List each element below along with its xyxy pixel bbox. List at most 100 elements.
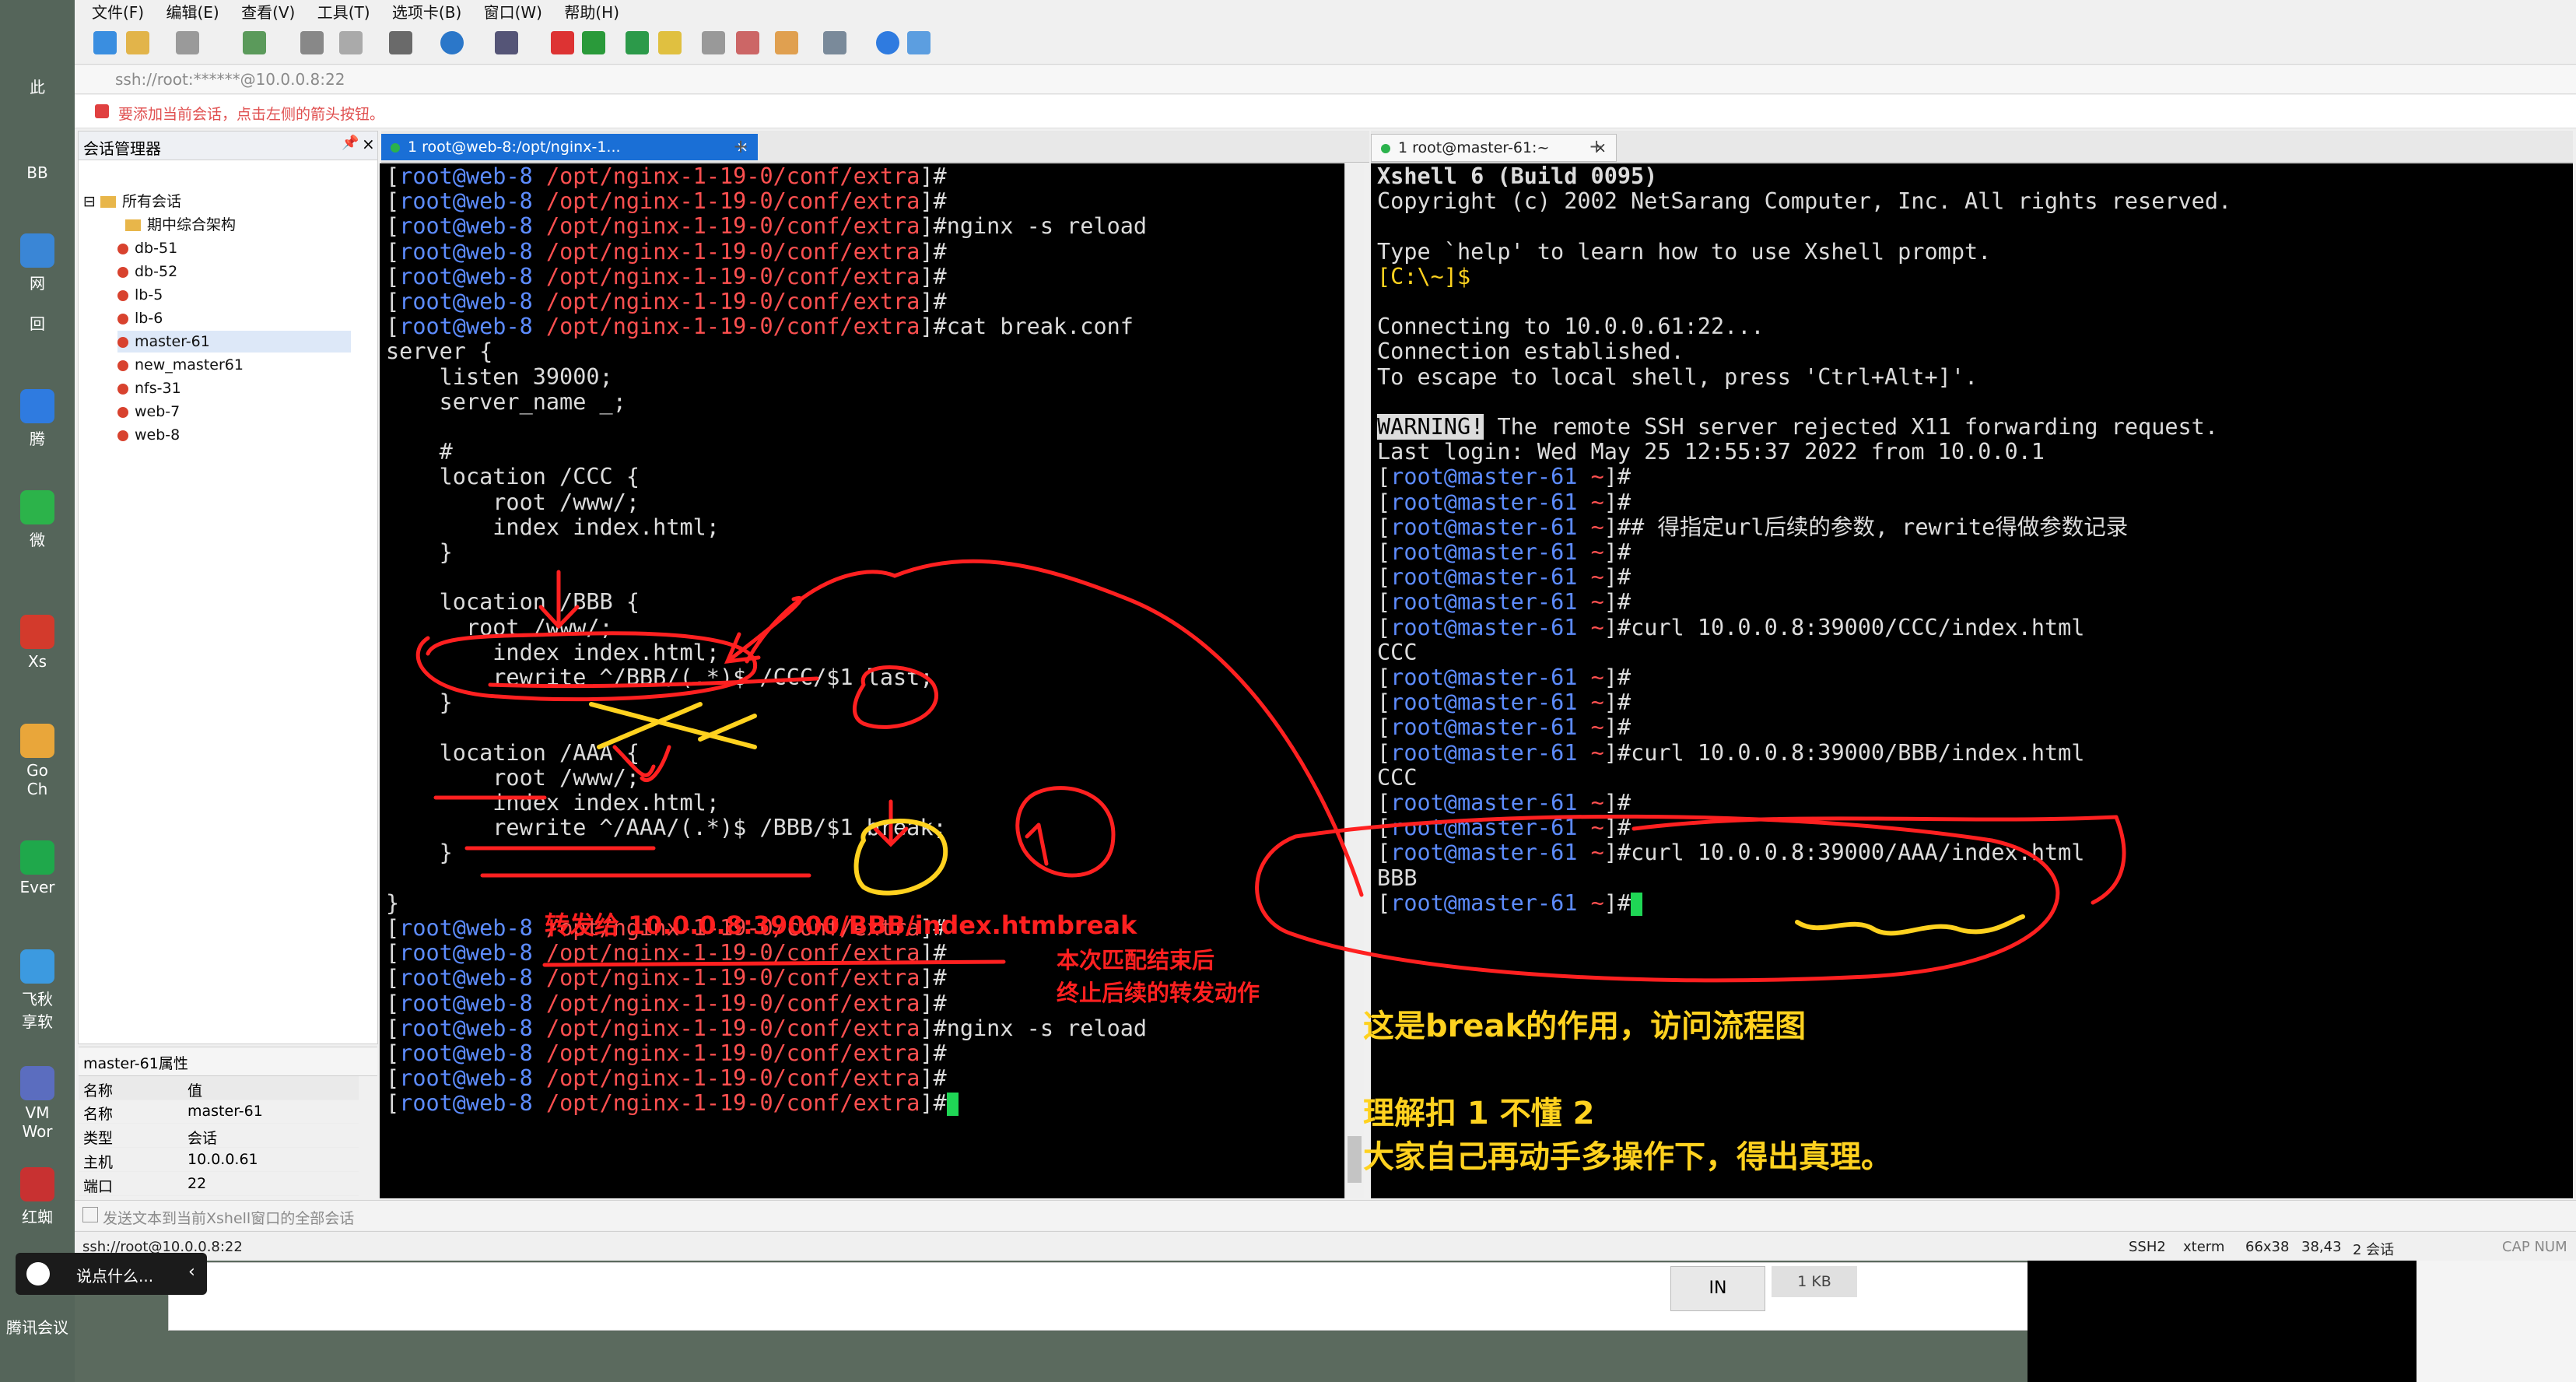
session-manager: 会话管理器 📌 × ⊟ 所有会话 期中综合架构 db-51 db-52 lb-5 lb… (78, 131, 378, 1196)
address-bar[interactable]: ssh://root:******@10.0.0.8:22 (75, 65, 2576, 94)
session-item[interactable]: master-61 (117, 331, 351, 353)
session-item[interactable]: db-52 (117, 261, 351, 282)
hint-text: 要添加当前会话，点击左侧的箭头按钮。 (118, 106, 385, 123)
session-item[interactable]: lb-6 (117, 307, 351, 329)
properties-colheader: 名称 值 (79, 1076, 359, 1100)
desktop-icon[interactable]: 腾讯会议 (5, 1315, 70, 1338)
folder-icon (125, 219, 141, 231)
terminal-output-line: root /www/; (386, 489, 640, 515)
chat-box[interactable]: 说点什么... ‹ (16, 1253, 207, 1295)
search-icon[interactable] (300, 31, 324, 54)
session-label: db-52 (135, 263, 178, 280)
terminal-cursor (1631, 892, 1643, 916)
terminal-prompt-line: [root@master-61 ~]## 得指定url后续的参数, rewrit… (1377, 514, 2129, 540)
reconnect-icon[interactable] (176, 31, 199, 54)
send-bar[interactable]: 发送文本到当前Xshell窗口的全部会话 (75, 1200, 2576, 1230)
scroll-thumb[interactable] (1348, 1136, 1362, 1183)
desktop-icon[interactable]: VM Wor (5, 1066, 70, 1141)
xftp-icon[interactable] (551, 31, 574, 54)
session-item[interactable]: web-7 (117, 401, 351, 423)
terminal-output-line: location /BBB { (386, 589, 640, 616)
session-item[interactable]: nfs-31 (117, 377, 351, 399)
terminal-prompt-line: [root@master-61 ~]# (1377, 689, 1631, 716)
desktop-icon[interactable]: BB (5, 163, 70, 182)
session-item[interactable]: web-8 (117, 424, 351, 446)
new-session-icon[interactable] (93, 31, 117, 54)
chat-placeholder[interactable]: 说点什么... (76, 1264, 153, 1286)
desktop-icon[interactable]: 飞秋 享软 (5, 949, 70, 1032)
help-icon[interactable] (876, 31, 899, 54)
tab-master61[interactable]: 1 root@master-61:~ × (1371, 134, 1617, 162)
desktop-icon[interactable]: 此 (5, 75, 70, 97)
in-button[interactable]: IN (1670, 1266, 1765, 1311)
bookmark-icon[interactable] (95, 104, 109, 118)
terminal-prompt-line: [root@master-61 ~]# (1377, 665, 1631, 690)
right-terminal[interactable]: Xshell 6 (Build 0095) Copyright (c) 2002 … (1371, 163, 2573, 1198)
open-folder-icon[interactable] (126, 31, 149, 54)
menu-tabs[interactable]: 选项卡(B) (392, 3, 461, 22)
fullscreen-icon[interactable] (626, 31, 649, 54)
copy-icon[interactable] (339, 31, 363, 54)
add-tab-icon[interactable]: + (733, 135, 748, 157)
tree-root[interactable]: ⊟ 所有会话 (83, 191, 181, 212)
address-text[interactable]: ssh://root:******@10.0.0.8:22 (115, 70, 345, 89)
script-icon[interactable] (775, 31, 798, 54)
left-scrollbar[interactable] (1344, 163, 1364, 1198)
layout-icon[interactable] (823, 31, 846, 54)
session-item[interactable]: new_master61 (117, 354, 351, 376)
menu-view[interactable]: 查看(V) (241, 3, 295, 22)
session-label: lb-6 (135, 310, 163, 327)
pin-icon[interactable]: 📌 (342, 135, 359, 151)
close-icon[interactable]: × (362, 135, 375, 153)
session-icon (117, 406, 128, 418)
status-proto: SSH2 (2129, 1239, 2166, 1255)
disconnect-icon[interactable] (243, 31, 266, 54)
terminal-prompt-line: [root@web-8 /opt/nginx-1-19-0/conf/extra… (386, 990, 947, 1016)
desktop-icon[interactable]: 网 (5, 233, 70, 293)
desktop-icon[interactable]: Go Ch (5, 724, 70, 798)
terminal-local-prompt: [C:\~]$ (1377, 263, 1471, 289)
menu-file[interactable]: 文件(F) (92, 3, 144, 22)
highlight-icon[interactable] (736, 31, 759, 54)
session-label: web-7 (135, 403, 180, 420)
menu-window[interactable]: 窗口(W) (484, 3, 542, 22)
tree-folder[interactable]: 期中综合架构 (125, 214, 236, 236)
terminal-output-line: To escape to local shell, press 'Ctrl+Al… (1377, 363, 1978, 390)
tab-web8[interactable]: 1 root@web-8:/opt/nginx-1... × (381, 134, 758, 160)
desktop-icon[interactable]: 微 (5, 490, 70, 550)
chat-icon[interactable] (907, 31, 931, 54)
session-item[interactable]: db-51 (117, 237, 351, 259)
status-term: xterm (2183, 1239, 2225, 1255)
terminal-prompt-line: [root@master-61 ~]#curl 10.0.0.8:39000/A… (1377, 840, 2085, 866)
menu-help[interactable]: 帮助(H) (564, 3, 619, 22)
terminal-prompt-line: [root@web-8 /opt/nginx-1-19-0/conf/extra… (386, 1090, 959, 1117)
terminal-output-line: # (386, 439, 453, 465)
terminal-prompt-line: [root@master-61 ~]# (1377, 539, 1631, 565)
globe-icon[interactable] (440, 31, 464, 54)
terminal-output-line: index index.html; (386, 639, 720, 665)
keyboard-icon[interactable] (702, 31, 725, 54)
transfer-icon[interactable] (582, 31, 605, 54)
terminal-output-line: Connecting to 10.0.0.61:22... (1377, 314, 1765, 340)
left-terminal[interactable]: [root@web-8 /opt/nginx-1-19-0/conf/extra… (380, 163, 1344, 1198)
add-tab-icon[interactable]: + (1589, 135, 1604, 157)
status-caps: CAP NUM (2502, 1239, 2567, 1255)
terminal-prompt-line: [root@master-61 ~]# (1377, 489, 1631, 515)
desktop-icon[interactable]: 腾 (5, 389, 70, 449)
menu-edit[interactable]: 编辑(E) (166, 3, 219, 22)
text-icon[interactable] (495, 31, 518, 54)
desktop-icon[interactable]: Xs (5, 615, 70, 671)
collapse-icon[interactable]: ‹ (188, 1262, 195, 1282)
session-item[interactable]: lb-5 (117, 284, 351, 306)
desktop-icon[interactable]: 回 (5, 311, 70, 334)
send-bar-text[interactable]: 发送文本到当前Xshell窗口的全部会话 (103, 1207, 354, 1228)
hint-bar: 要添加当前会话，点击左侧的箭头按钮。 (75, 95, 2576, 128)
font-icon[interactable] (389, 31, 412, 54)
desktop-icon[interactable]: Ever (5, 840, 70, 896)
desktop-icon[interactable]: 红蜘 (5, 1167, 70, 1227)
lock-icon[interactable] (658, 31, 682, 54)
size-label: 1 KB (1772, 1266, 1857, 1297)
session-icon (117, 313, 128, 324)
terminal-prompt-line: [root@web-8 /opt/nginx-1-19-0/conf/extra… (386, 965, 947, 991)
menu-tools[interactable]: 工具(T) (317, 3, 370, 22)
